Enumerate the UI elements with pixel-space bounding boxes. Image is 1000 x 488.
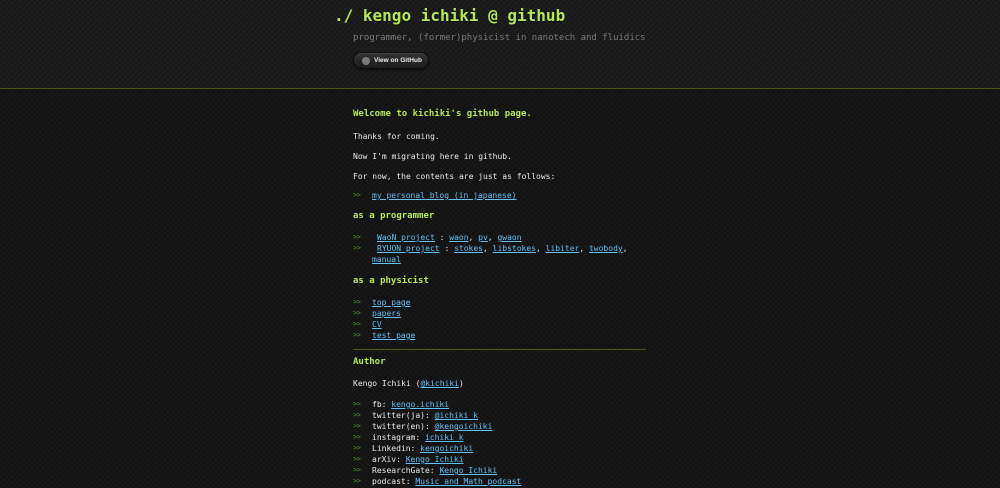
contact-link[interactable]: kengoichiki [420,444,473,453]
section-divider [353,349,646,350]
bullet: >> [353,244,361,252]
separator: : [439,244,455,253]
site-header: ./ kengo ichiki @ github programmer, (fo… [0,0,1000,89]
separator: , [622,244,628,253]
list-item: >> papers [353,308,648,319]
gwaon-link[interactable]: gwaon [497,233,521,242]
pv-link[interactable]: pv [478,233,488,242]
contact-label: twitter(en): [372,422,435,431]
bullet: >> [353,233,361,241]
test-page-link[interactable]: test page [372,331,415,340]
list-item-waon: >> WaoN project : waon, pv, gwaon [353,232,648,243]
intro-line-3: For now, the contents are just as follow… [353,172,556,181]
libstokes-link[interactable]: libstokes [493,244,536,253]
intro-line-1: Thanks for coming. [353,132,440,141]
bullet: >> [353,320,361,328]
separator: , [487,233,498,242]
bullet: >> [353,455,361,463]
contact-item: >> arXiv: Kengo Ichiki [353,454,648,465]
separator: , [468,233,479,242]
contact-item: >> podcast: Music and Math podcast [353,476,648,487]
contact-label: fb: [372,400,392,409]
libiter-link[interactable]: libiter [546,244,580,253]
physicist-list: >> top page >> papers >> CV >> test page [353,297,648,341]
bullet: >> [353,433,361,441]
main-content: Welcome to kichiki's github page. Thanks… [353,108,648,487]
bullet: >> [353,298,361,306]
stokes-link[interactable]: stokes [454,244,483,253]
title-prefix: ./ [334,6,354,25]
author-name: Kengo Ichiki (@kichiki) [353,378,648,389]
bullet: >> [353,411,361,419]
contact-item: >> instagram: ichiki_k [353,432,648,443]
contact-item: >> twitter(en): @kengoichiki [353,421,648,432]
contact-label: ResearchGate: [372,466,440,475]
contact-label: instagram: [372,433,425,442]
author-heading: Author [353,357,386,367]
contact-link[interactable]: kengo.ichiki [391,400,449,409]
separator: , [482,244,493,253]
contact-label: arXiv: [372,455,406,464]
bullet: >> [353,191,361,199]
contact-item: >> Linkedin: kengoichiki [353,443,648,454]
cv-link[interactable]: CV [372,320,382,329]
contact-label: Linkedin: [372,444,421,453]
bullet: >> [353,400,361,408]
contact-link[interactable]: @kengoichiki [435,422,493,431]
contact-link[interactable]: Kengo Ichiki [406,455,464,464]
papers-link[interactable]: papers [372,309,401,318]
contact-list: >> fb: kengo.ichiki >> twitter(ja): @ichiki… [353,399,648,487]
list-item: >> CV [353,319,648,330]
top-page-link[interactable]: top page [372,298,411,307]
manual-link[interactable]: manual [372,255,401,264]
list-item-ryuon: >> RYUON project : stokes, libstokes, li… [353,243,648,265]
site-title[interactable]: ./ kengo ichiki @ github [334,6,646,26]
bullet: >> [353,422,361,430]
waon-link[interactable]: waon [449,233,468,242]
welcome-heading: Welcome to kichiki's github page. [353,109,532,119]
contact-link[interactable]: Kengo Ichiki [439,466,497,475]
bullet: >> [353,309,361,317]
contact-item: >> ResearchGate: Kengo Ichiki [353,465,648,476]
header-inner: ./ kengo ichiki @ github programmer, (fo… [334,6,646,69]
site-subtitle: programmer, (former)physicist in nanotec… [353,33,646,43]
view-on-github-button[interactable]: View on GitHub [353,52,429,69]
physicist-heading: as a physicist [353,276,429,286]
contact-item: >> twitter(ja): @ichiki_k [353,410,648,421]
separator: , [535,244,546,253]
contact-link[interactable]: Music and Math podcast [415,477,521,486]
list-item: >> test page [353,330,648,341]
title-text: kengo ichiki @ github [362,6,566,25]
separator: , [579,244,589,253]
ryuon-project-link[interactable]: RYUON project [377,244,440,253]
bullet: >> [353,331,361,339]
twobody-link[interactable]: twobody [589,244,623,253]
contact-label: podcast: [372,477,416,486]
list-item: >> top page [353,297,648,308]
bullet: >> [353,444,361,452]
programmer-heading: as a programmer [353,211,435,221]
author-name-suffix: ) [458,379,464,388]
list-item: >> my personal blog (in japanese) [353,190,648,201]
author-handle-link[interactable]: @kichiki [420,379,459,388]
contact-item: >> fb: kengo.ichiki [353,399,648,410]
bullet: >> [353,477,361,485]
contact-label: twitter(ja): [372,411,435,420]
waon-project-link[interactable]: WaoN project [377,233,435,242]
contact-link[interactable]: ichiki_k [425,433,464,442]
separator: : [434,233,450,242]
github-octocat-icon [362,56,370,65]
blog-list: >> my personal blog (in japanese) [353,190,648,201]
github-button-label: View on GitHub [374,57,422,64]
author-name-prefix: Kengo Ichiki ( [353,379,421,388]
contact-link[interactable]: @ichiki_k [435,411,478,420]
intro-line-2: Now I'm migrating here in github. [353,152,512,161]
blog-link[interactable]: my personal blog (in japanese) [372,191,517,200]
programmer-list: >> WaoN project : waon, pv, gwaon >> RYU… [353,232,648,265]
bullet: >> [353,466,361,474]
